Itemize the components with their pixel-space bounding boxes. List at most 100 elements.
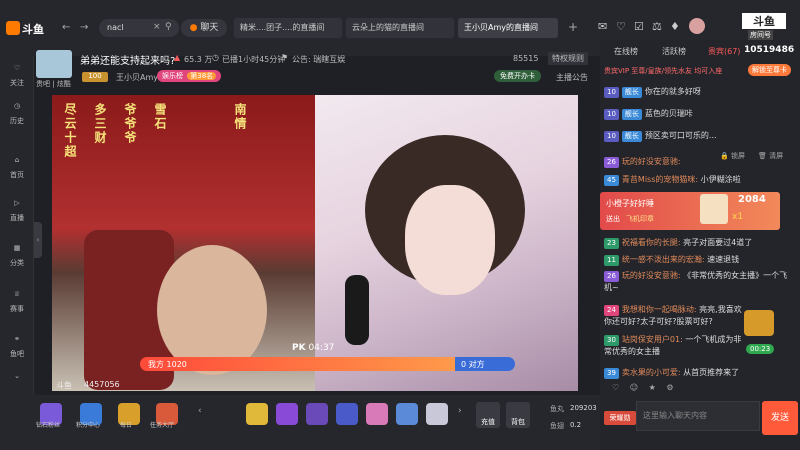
room-number-value: 10519486 (744, 45, 795, 55)
tab-3[interactable]: 王小贝Amy的直播间 (458, 18, 558, 38)
collapse-sidebar-handle[interactable]: ‹ (34, 222, 42, 258)
pk-their-bar: 0 对方 (455, 357, 515, 371)
privilege-rules[interactable]: 特权规则 (548, 52, 588, 65)
nav-follow[interactable]: ♡ 关注 (0, 64, 34, 88)
chat-user[interactable]: 我想和你一起喝脉动: (622, 305, 697, 314)
gift-item-icon[interactable] (396, 403, 418, 425)
logo-icon (6, 21, 20, 35)
tab-2[interactable]: 云朵上的猫的直播间 (346, 18, 454, 38)
fish-coin-label: 鱼翅 (550, 422, 564, 430)
free-card-label: 免费开办卡 (500, 72, 535, 80)
room-logo: 斗鱼 (742, 13, 786, 29)
notice-icon: ⚑ (281, 53, 289, 62)
clear-icon[interactable]: × (153, 22, 161, 32)
room-number-label: 房间号 (748, 30, 773, 40)
user-level: 26 (604, 157, 619, 168)
live-icon: ▷ (14, 199, 20, 207)
chat-message: 23 祝福看你的长腿: 亮子对面要过4道了 (604, 237, 794, 249)
nav-events[interactable]: ♕ 赛事 (0, 290, 34, 314)
gift-item-icon[interactable] (276, 403, 298, 425)
nav-category[interactable]: ▦ 分类 (0, 244, 34, 268)
chat-user[interactable]: 站岗保安用户01: (622, 335, 683, 344)
pk-center-label: PK 04:37 (292, 343, 334, 353)
user-level: 11 (604, 255, 619, 266)
heat-icon: ▲ (174, 53, 181, 62)
message-icon[interactable]: ✉ (598, 20, 607, 33)
trophy-icon: ♕ (13, 290, 21, 298)
pk-our-score: 我方 1020 (148, 360, 187, 369)
chat-user[interactable]: 玩的好没安意驰: (622, 157, 681, 166)
gift-item-icon[interactable] (366, 403, 388, 425)
game-icon[interactable]: ⚖ (652, 20, 662, 33)
streamer-level: 贵吧 | 炫酷 (36, 80, 71, 88)
forward-icon[interactable]: → (80, 22, 88, 33)
recharge-button[interactable]: 充值 (476, 402, 500, 428)
unlock-vip-button[interactable]: 解锁至尊卡 (748, 64, 791, 76)
chat-button[interactable]: ● 聊天 (181, 19, 227, 37)
free-card-button[interactable]: 免费开办卡 (494, 70, 541, 82)
gift-item-icon[interactable] (306, 403, 328, 425)
nav-history[interactable]: ◷ 历史 (0, 102, 34, 126)
tab-online[interactable]: 在线榜 (614, 46, 638, 57)
gift-item-icon[interactable] (336, 403, 358, 425)
chat-user[interactable]: 祝福看你的长腿: (622, 238, 681, 247)
chat-input[interactable]: 这里输入聊天内容 (636, 401, 760, 431)
chat-user[interactable]: 卖水果的小可爱: (622, 368, 681, 377)
treasure-chest-icon[interactable] (744, 310, 774, 336)
pk-our-bar: 我方 1020 (140, 357, 455, 371)
user-level: 39 (604, 368, 619, 379)
nav-fishbar[interactable]: ⚭ 鱼吧 (0, 335, 34, 359)
chat-user[interactable]: 青苔Miss的宠物猫咪: (622, 175, 698, 184)
heat-count: 65.3 万 (184, 55, 213, 64)
tab-1[interactable]: 精米....团子....的直播间 (234, 18, 342, 38)
tab-active[interactable]: 活跃榜 (662, 46, 686, 57)
send-button[interactable]: 发送 (762, 401, 798, 435)
category-tag[interactable]: 娱乐榜 第38名 (157, 70, 222, 82)
video-player[interactable]: 尽云十超 多三财 爷爷爷 雪石 南情 PK 04:37 我方 1020 0 对方… (52, 95, 578, 391)
vip-row: 10 舰长 预区卖可口可乐的... (604, 130, 794, 142)
scroll-left-icon[interactable]: ‹ (198, 406, 202, 416)
back-icon[interactable]: ← (62, 22, 70, 33)
notification-icon[interactable]: ♦ (670, 20, 680, 33)
search-icon[interactable]: ⚲ (165, 22, 172, 32)
fan-badge-icon[interactable]: ★ (649, 383, 656, 392)
host-notice[interactable]: 主播公告 (556, 72, 588, 83)
nav-collapse-icon[interactable]: ⌄ (0, 372, 34, 380)
pk-label: PK (292, 343, 306, 353)
tab-label: 王小贝Amy的直播间 (464, 23, 538, 32)
vip-name: 你在的就多好呀 (644, 87, 701, 96)
person-head (157, 245, 267, 375)
chat-user[interactable]: 统一感不泼出来的宏瀚: (622, 255, 705, 264)
backpack-button[interactable]: 背包 (506, 402, 530, 428)
user-level: 23 (604, 238, 619, 249)
nav-live[interactable]: ▷ 直播 (0, 199, 34, 223)
nav-home[interactable]: ⌂ 首页 (0, 156, 34, 180)
user-level: 45 (604, 175, 619, 186)
fan-button[interactable]: 荣耀勋 (604, 411, 636, 425)
tab-vip[interactable]: 贵宾(67) (708, 46, 740, 57)
gift-item-icon[interactable] (246, 403, 268, 425)
pk-progress-bar: 我方 1020 0 对方 (140, 357, 515, 371)
emoji-icon[interactable]: ☺ (630, 383, 638, 392)
bottom-label: 任务大厅 (150, 422, 175, 429)
rank-tag: 第38名 (187, 72, 217, 80)
gift-icon[interactable]: ♡ (612, 383, 619, 392)
banner-decor: 多三财 (93, 103, 107, 145)
address-bar[interactable]: nacl × ⚲ (99, 19, 179, 37)
pk-time: 04:37 (308, 343, 335, 353)
settings-icon[interactable]: ⚙ (666, 383, 673, 392)
level-badge: 100 (82, 72, 108, 82)
app-logo[interactable]: 斗鱼 (22, 21, 44, 37)
chat-user[interactable]: 玩的好没安意驰: (622, 271, 681, 280)
address-text: nacl (107, 23, 124, 32)
avatar[interactable] (689, 18, 705, 34)
gift-item-icon[interactable] (426, 403, 448, 425)
task-icon[interactable]: ☑ (634, 20, 644, 33)
scroll-right-icon[interactable]: › (458, 406, 462, 416)
user-level: 30 (604, 335, 619, 346)
streamer-name[interactable]: 王小贝Amy (116, 72, 158, 83)
streamer-avatar[interactable] (36, 50, 72, 78)
favorite-icon[interactable]: ♡ (616, 20, 626, 33)
new-tab-icon[interactable]: + (568, 20, 578, 34)
nav-label: 关注 (10, 79, 24, 87)
